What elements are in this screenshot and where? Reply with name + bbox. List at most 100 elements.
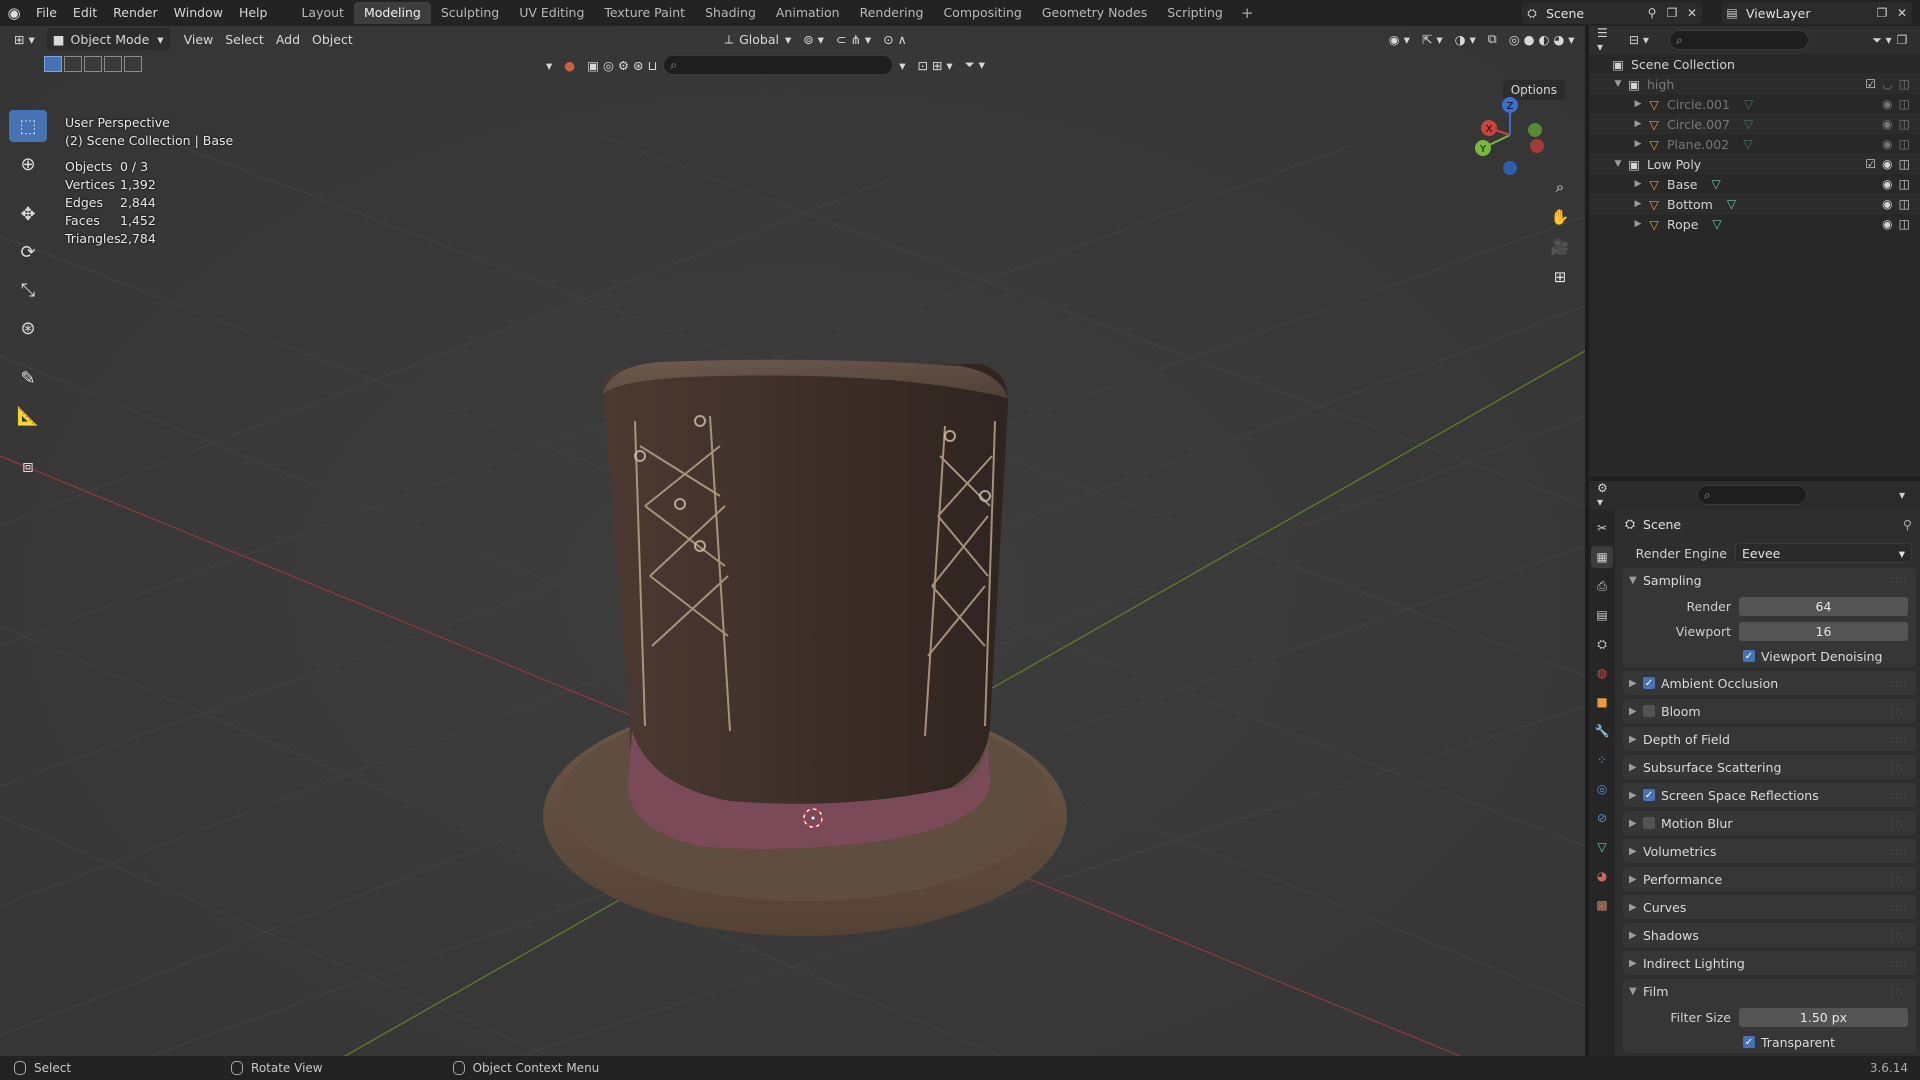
drag-handle-icon[interactable]: :::: [1891, 846, 1908, 857]
viewport-samples-field[interactable]: 16 [1739, 621, 1908, 641]
panel-header[interactable]: ▶ Motion Blur:::: [1623, 811, 1916, 835]
eye-icon[interactable]: ◉ [1882, 197, 1892, 211]
mesh-data-icon[interactable]: ▽ [1744, 97, 1753, 111]
modifier-tab-icon[interactable]: 🔧 [1591, 720, 1613, 742]
drag-handle-icon[interactable]: :::: [1891, 790, 1908, 801]
particles-tab-icon[interactable]: ⁘ [1591, 749, 1613, 771]
eye-icon[interactable]: ◉ [1882, 217, 1892, 231]
viewport-search-input[interactable]: ⌕ [663, 55, 894, 75]
camera-icon[interactable]: 🎥 [1547, 234, 1573, 260]
panel-header[interactable]: ▶ Depth of Field:::: [1623, 727, 1916, 751]
tab-shading[interactable]: Shading [695, 2, 766, 24]
material-tab-icon[interactable]: ◕ [1591, 865, 1613, 887]
camera-render-icon[interactable]: ◫ [1899, 177, 1910, 191]
drag-handle-icon[interactable]: :::: [1891, 958, 1908, 969]
expand-icon[interactable]: ▶ [1631, 199, 1645, 209]
3d-viewport[interactable]: ⊞ ▾ ■ Object Mode ▾ View Select Add Obje… [0, 26, 1585, 1056]
annotate-tool-icon[interactable]: ✎ [9, 362, 47, 394]
navigation-gizmo[interactable]: Z Y X [1465, 90, 1555, 180]
delete-view-layer-icon[interactable]: ✕ [1892, 3, 1912, 23]
scene-selector[interactable]: ⛭ Scene ⚲ ❐ ✕ [1522, 2, 1702, 24]
tab-modeling[interactable]: Modeling [353, 2, 431, 24]
expand-icon[interactable]: ▶ [1631, 139, 1645, 149]
scene-name[interactable]: Scene [1542, 6, 1642, 21]
menu-add[interactable]: Add [270, 28, 306, 50]
object-tab-icon[interactable]: ■ [1591, 691, 1613, 713]
pan-hand-icon[interactable]: ✋ [1547, 204, 1573, 230]
menu-view[interactable]: View [178, 28, 220, 50]
viewport-denoising-checkbox[interactable]: ✓ [1743, 650, 1755, 662]
tab-uv-editing[interactable]: UV Editing [509, 2, 594, 24]
panel-header[interactable]: ▼ Sampling :::: [1623, 568, 1916, 592]
tab-layout[interactable]: Layout [291, 2, 354, 24]
transparent-checkbox[interactable]: ✓ [1743, 1036, 1755, 1048]
drag-handle-icon[interactable]: :::: [1891, 734, 1908, 745]
checkbox-icon[interactable]: ☑ [1865, 77, 1876, 91]
transform-tool-icon[interactable]: ⊛ [9, 312, 47, 344]
expand-icon[interactable]: ▶ [1631, 219, 1645, 229]
outliner-row-object[interactable]: ▶ ▽ Plane.002 ▽ ◉ ◫ [1589, 134, 1920, 154]
new-collection-icon[interactable]: ❐ [1892, 30, 1912, 50]
new-view-layer-icon[interactable]: ❐ [1872, 3, 1892, 23]
blender-logo-icon[interactable]: ◉ [0, 0, 28, 26]
tab-animation[interactable]: Animation [766, 2, 850, 24]
data-tab-icon[interactable]: ▽ [1591, 836, 1613, 858]
pin-icon[interactable]: ⚲ [1642, 3, 1662, 23]
outliner-row-object[interactable]: ▶ ▽ Circle.007 ▽ ◉ ◫ [1589, 114, 1920, 134]
pin-icon[interactable]: ⚲ [1903, 517, 1912, 532]
view-layer-name[interactable]: ViewLayer [1742, 6, 1872, 21]
object-filter-icons[interactable]: ▣ ◎ ⚙ ⊛ ⊔ [581, 54, 663, 76]
expand-icon[interactable]: ▼ [1611, 159, 1625, 169]
view-layer-selector[interactable]: ▤ ViewLayer ❐ ✕ [1722, 2, 1912, 24]
expand-icon[interactable]: ▶ [1631, 119, 1645, 129]
tool-tab-icon[interactable]: ✂ [1591, 517, 1613, 539]
drag-handle-icon[interactable]: :::: [1891, 930, 1908, 941]
camera-render-icon[interactable]: ◫ [1899, 137, 1910, 151]
chevron-down-icon[interactable]: ▾ [540, 54, 558, 76]
menu-object[interactable]: Object [306, 28, 359, 50]
camera-render-icon[interactable]: ◫ [1899, 217, 1910, 231]
panel-enable-checkbox[interactable]: ✓ [1643, 789, 1655, 801]
tab-rendering[interactable]: Rendering [850, 2, 934, 24]
eye-icon[interactable]: ◉ [1882, 137, 1892, 151]
mesh-data-icon[interactable]: ▽ [1727, 197, 1736, 211]
select-extend-icon[interactable] [64, 56, 82, 72]
eye-icon[interactable]: ◉ [1882, 157, 1892, 171]
panel-enable-checkbox[interactable]: ✓ [1643, 677, 1655, 689]
render-samples-field[interactable]: 64 [1739, 596, 1908, 616]
scene-tab-icon[interactable]: ⛭ [1591, 633, 1613, 655]
outliner-search-input[interactable]: ⌕ [1669, 30, 1809, 50]
color-sphere-icon[interactable]: ● [558, 54, 581, 76]
mesh-data-icon[interactable]: ▽ [1711, 177, 1720, 191]
shading-modes[interactable]: ◎ ● ◐ ◕ ▾ [1503, 28, 1581, 50]
panel-header[interactable]: ▼ Film :::: [1623, 979, 1916, 1003]
eye-icon[interactable]: ◉ [1882, 117, 1892, 131]
outliner-row-object[interactable]: ▶ ▽ Base ▽ ◉ ◫ [1589, 174, 1920, 194]
panel-header[interactable]: ▶ Subsurface Scattering:::: [1623, 755, 1916, 779]
outliner-row-scene-collection[interactable]: ▣ Scene Collection [1589, 54, 1920, 74]
new-scene-icon[interactable]: ❐ [1662, 3, 1682, 23]
proportional-edit-icon[interactable]: ⊙ ∧ [877, 28, 913, 50]
properties-search-input[interactable]: ⌕ [1697, 485, 1807, 505]
tab-sculpting[interactable]: Sculpting [431, 2, 509, 24]
chevron-down-icon[interactable]: ▾ [893, 54, 911, 76]
eye-icon[interactable]: ◉ [1882, 97, 1892, 111]
menu-edit[interactable]: Edit [65, 0, 105, 26]
overlays-icon[interactable]: ◑ ▾ [1449, 28, 1482, 50]
panel-header[interactable]: ▶ Shadows:::: [1623, 923, 1916, 947]
select-intersect-icon[interactable] [124, 56, 142, 72]
eye-icon[interactable]: ◉ [1882, 177, 1892, 191]
panel-header[interactable]: ▶ ✓ Ambient Occlusion:::: [1623, 671, 1916, 695]
panel-header[interactable]: ▶ Bloom:::: [1623, 699, 1916, 723]
expand-icon[interactable]: ▼ [1611, 79, 1625, 89]
grid-view-icon[interactable]: ⊞ [1547, 264, 1573, 290]
drag-handle-icon[interactable]: :::: [1891, 762, 1908, 773]
editor-type-icon[interactable]: ⊞ ▾ [8, 28, 41, 50]
drag-handle-icon[interactable]: :::: [1891, 678, 1908, 689]
panel-header[interactable]: ▶ Curves:::: [1623, 895, 1916, 919]
physics-tab-icon[interactable]: ◎ [1591, 778, 1613, 800]
visibility-icon[interactable]: ◉ ▾ [1383, 28, 1416, 50]
panel-enable-checkbox[interactable] [1643, 705, 1655, 717]
camera-render-icon[interactable]: ◫ [1899, 117, 1910, 131]
output-tab-icon[interactable]: ⎙ [1591, 575, 1613, 597]
